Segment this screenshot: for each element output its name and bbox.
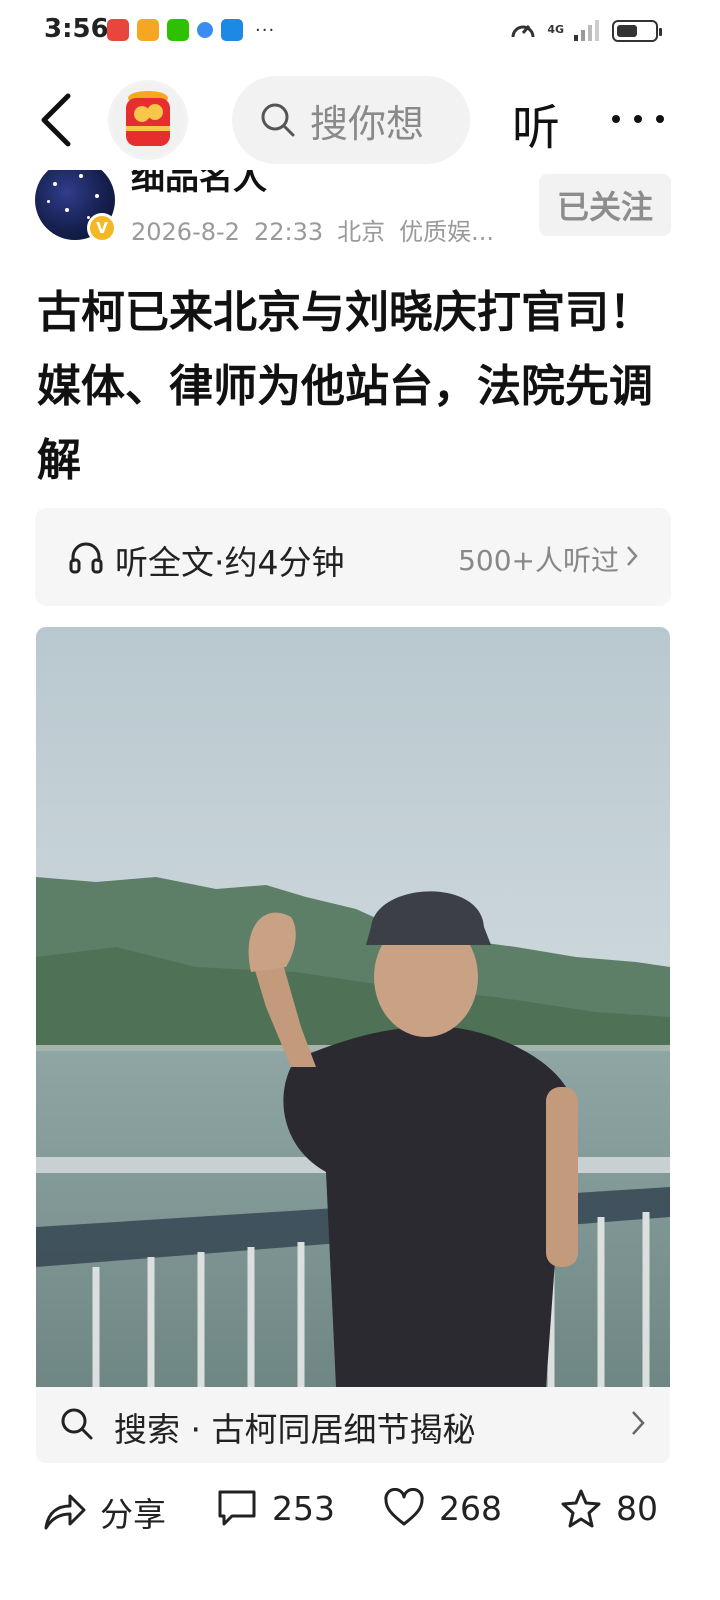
more-notifications-icon: ···	[255, 19, 276, 41]
verified-badge-icon: V	[87, 213, 117, 243]
weather-icon	[221, 19, 243, 41]
search-placeholder: 搜你想	[310, 101, 425, 146]
publish-date: 2026-8-2	[131, 218, 240, 246]
top-nav: 搜你想 听	[0, 70, 720, 170]
dot-icon	[656, 115, 664, 123]
publish-location: 北京	[337, 218, 386, 246]
battery-icon	[612, 20, 662, 42]
comment-icon	[218, 1490, 256, 1526]
network-type: 4G	[547, 23, 564, 36]
action-bar: 分享 253 268 80	[0, 1480, 720, 1550]
follow-button[interactable]: 已关注	[539, 174, 671, 236]
lake-photo-illustration	[36, 627, 670, 1387]
favorite-count: 80	[616, 1488, 658, 1528]
red-packet-icon	[126, 91, 170, 146]
like-button[interactable]: 268	[383, 1488, 502, 1528]
comment-button[interactable]: 253	[216, 1488, 335, 1528]
publish-time: 22:33	[253, 218, 324, 246]
status-bar: 3:56 ··· 4G	[0, 0, 720, 62]
favorite-button[interactable]: 80	[560, 1488, 658, 1528]
share-label: 分享	[100, 1495, 166, 1534]
dot-icon	[612, 115, 620, 123]
app-notification-icon	[107, 19, 129, 41]
author-name[interactable]: 细品名人	[131, 170, 267, 199]
article-image[interactable]	[36, 627, 670, 1387]
notification-icons: ···	[107, 19, 275, 41]
star-icon	[561, 1489, 601, 1528]
article-title: 古柯已来北京与刘晓庆打官司！媒体、律师为他站台，法院先调解	[37, 287, 653, 486]
author-row: V 细品名人 2026-8-2 22:33 北京 优质娱... 已关注	[0, 170, 720, 250]
dot-icon	[634, 115, 642, 123]
red-packet-button[interactable]	[108, 80, 188, 160]
search-input[interactable]: 搜你想	[232, 76, 470, 164]
signal-group: 4G	[509, 17, 600, 43]
share-icon	[44, 1494, 86, 1530]
listen-full-text-bar[interactable]: 听全文·约4分钟 500+人听过	[35, 508, 671, 606]
more-options-button[interactable]	[612, 104, 664, 134]
like-count: 268	[439, 1488, 502, 1528]
listen-count: 500+人听过	[458, 544, 619, 577]
related-search-bar[interactable]: 搜索 · 古柯同居细节揭秘	[36, 1387, 670, 1463]
weibo-icon	[137, 19, 159, 41]
comment-count: 253	[272, 1488, 335, 1528]
speed-icon	[511, 25, 535, 38]
listen-label: 听全文·约4分钟	[115, 543, 345, 582]
battery-fill	[617, 25, 637, 37]
status-time: 3:56	[44, 14, 109, 44]
chevron-right-icon	[632, 1411, 645, 1435]
share-button[interactable]: 分享	[42, 1488, 166, 1536]
search-icon	[61, 1408, 93, 1440]
related-search-label: 搜索 · 古柯同居细节揭秘	[114, 1410, 476, 1449]
signal-icon	[574, 20, 599, 41]
wechat-icon	[167, 19, 189, 41]
chevron-right-icon	[627, 546, 638, 566]
search-icon	[261, 103, 295, 137]
headphones-icon	[69, 542, 103, 574]
listen-button[interactable]: 听	[512, 88, 560, 158]
author-tag: 优质娱...	[399, 218, 494, 246]
author-meta: 2026-8-2 22:33 北京 优质娱...	[131, 212, 511, 247]
back-button[interactable]	[38, 92, 78, 148]
browser-icon	[197, 22, 213, 38]
back-arrow-icon	[41, 93, 71, 147]
heart-icon	[384, 1488, 424, 1526]
